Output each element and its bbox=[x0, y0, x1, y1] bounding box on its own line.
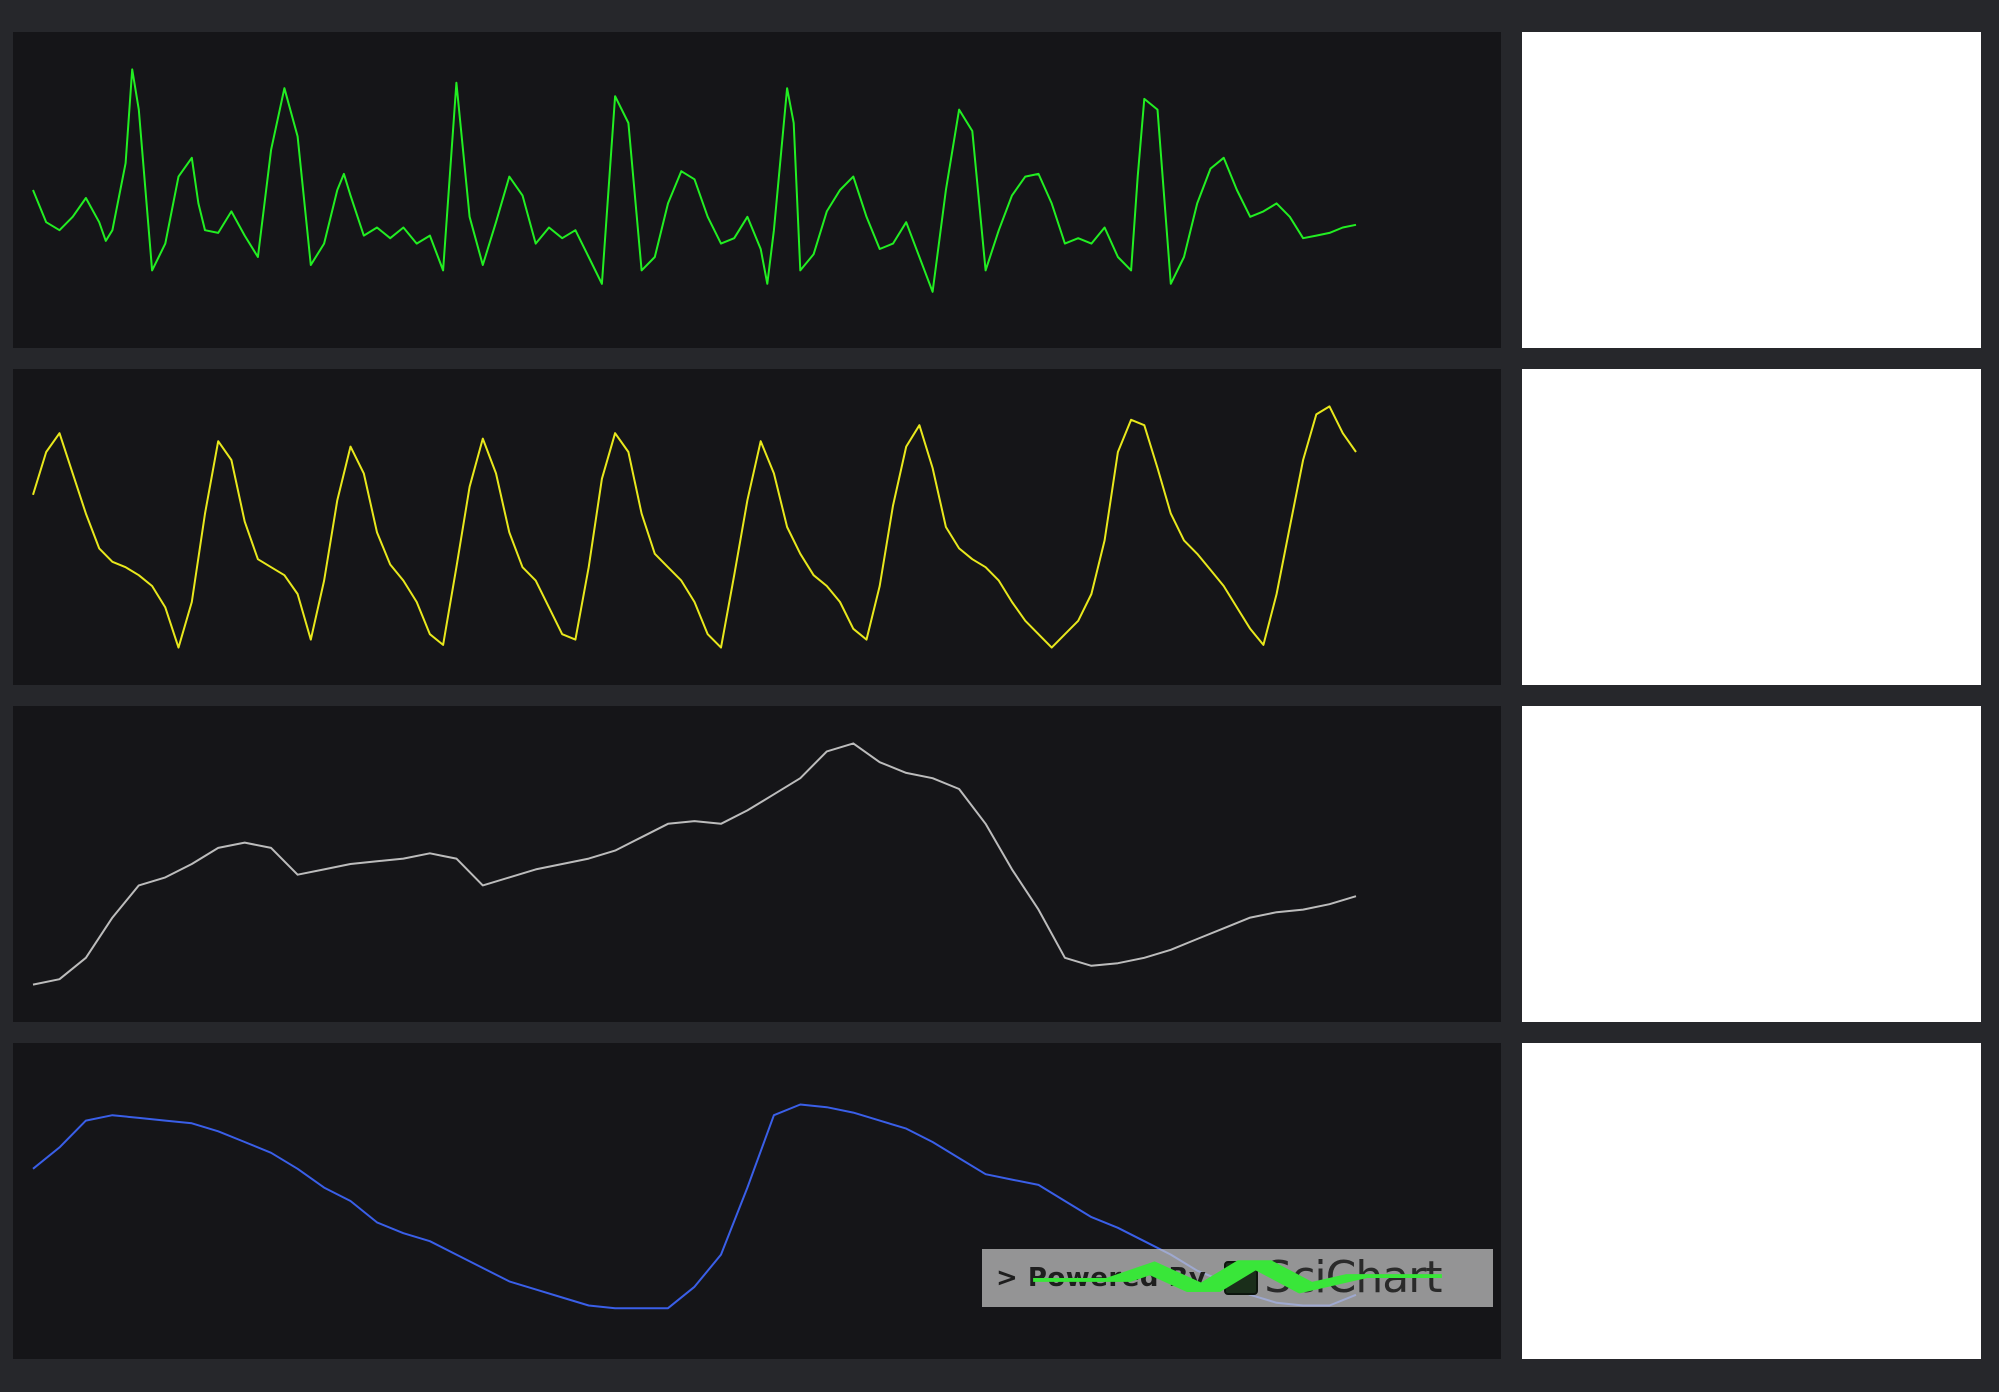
powered-by-watermark[interactable]: > Powered By SciChart bbox=[982, 1249, 1493, 1307]
series-line-0 bbox=[32, 742, 1357, 986]
waveform-chart-panel[interactable] bbox=[13, 369, 1501, 685]
trend-chart-panel[interactable] bbox=[13, 706, 1501, 1022]
waveform-line-plot bbox=[32, 405, 1357, 649]
chart-row-2 bbox=[0, 369, 1999, 685]
ecg-chart-panel[interactable] bbox=[13, 32, 1501, 348]
chart-row-4: > Powered By SciChart bbox=[0, 1043, 1999, 1359]
ecg-side-panel bbox=[1522, 32, 1981, 348]
chart-row-3 bbox=[0, 706, 1999, 1022]
waveform-side-panel bbox=[1522, 369, 1981, 685]
ecg-line-plot bbox=[32, 68, 1357, 293]
scichart-logo-icon bbox=[1033, 1260, 1442, 1295]
series-line-0 bbox=[32, 68, 1357, 293]
series-line-0 bbox=[32, 405, 1357, 649]
respiration-side-panel bbox=[1522, 1043, 1981, 1359]
trend-side-panel bbox=[1522, 706, 1981, 1022]
trend-line-plot bbox=[32, 742, 1357, 986]
respiration-chart-panel[interactable]: > Powered By SciChart bbox=[13, 1043, 1501, 1359]
respiration-line-plot bbox=[32, 1103, 1357, 1310]
chart-row-1 bbox=[0, 32, 1999, 348]
